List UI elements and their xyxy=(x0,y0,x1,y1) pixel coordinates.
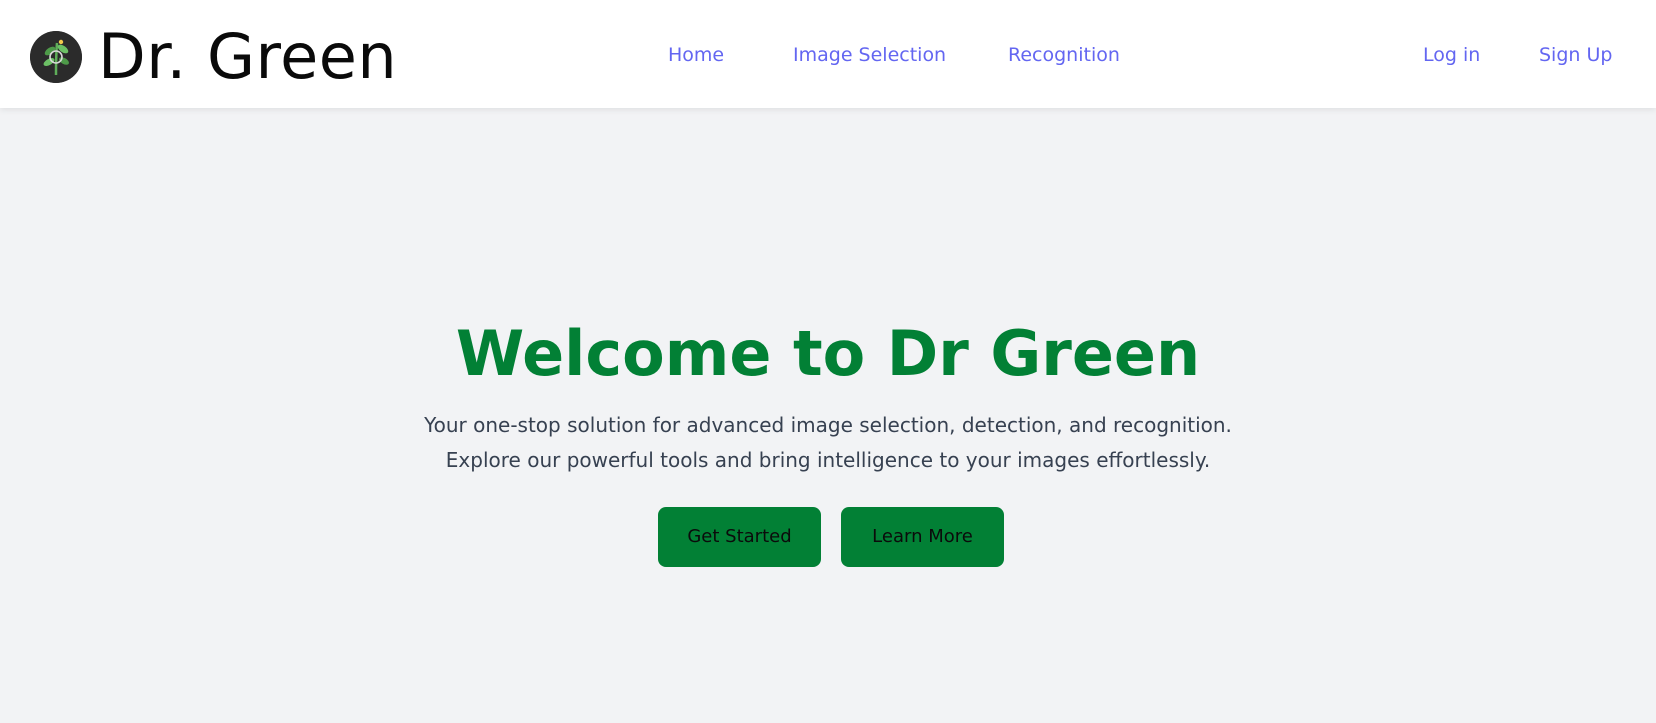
main-nav: Home Image Selection Recognition Log in … xyxy=(0,43,1656,69)
nav-home-link[interactable]: Home xyxy=(668,43,724,67)
nav-login-link[interactable]: Log in xyxy=(1423,43,1480,67)
nav-recognition-link[interactable]: Recognition xyxy=(1008,43,1120,67)
hero-title: Welcome to Dr Green xyxy=(455,317,1201,390)
hero-subtitle-line2: Explore our powerful tools and bring int… xyxy=(445,448,1211,472)
top-navbar: Dr. Green Home Image Selection Recogniti… xyxy=(0,0,1656,108)
hero-section: Welcome to Dr Green Your one-stop soluti… xyxy=(0,108,1656,723)
nav-image-selection-link[interactable]: Image Selection xyxy=(793,43,946,67)
nav-signup-link[interactable]: Sign Up xyxy=(1539,43,1612,67)
hero-subtitle-line1: Your one-stop solution for advanced imag… xyxy=(424,413,1232,437)
get-started-button[interactable]: Get Started xyxy=(658,507,821,567)
learn-more-button[interactable]: Learn More xyxy=(841,507,1004,567)
